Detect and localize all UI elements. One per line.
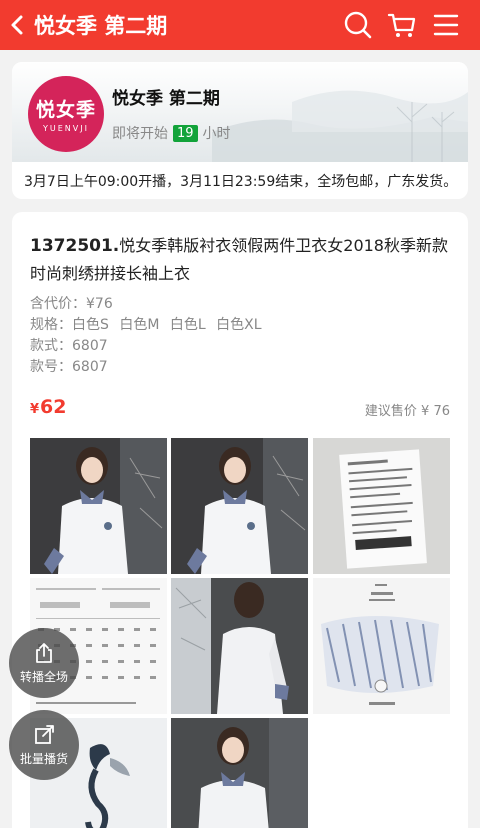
countdown-hours-badge: 19 (173, 124, 198, 142)
logo-text: 悦女季 (35, 99, 96, 121)
countdown-suffix: 小时 (202, 126, 231, 142)
product-price: ¥62 (30, 396, 67, 418)
logo-subtext: YUENVJI (43, 124, 89, 133)
product-code: 1372501. (30, 236, 120, 256)
product-title: 1372501.悦女季韩版衬衣领假两件卫衣女2018秋季新款时尚刺绣拼接长袖上衣 (30, 232, 456, 287)
spec-option: 白色L (169, 317, 206, 333)
attr-value: 6807 (72, 359, 108, 375)
product-attributes: 含代价：¥76 规格：白色S 白色M 白色L 白色XL 款式：6807 款号：6… (30, 294, 262, 378)
product-image[interactable] (313, 578, 450, 714)
batch-share-label: 批量播货 (19, 751, 68, 766)
share-icon (36, 642, 52, 663)
share-all-label: 转播全场 (19, 669, 68, 684)
cart-icon (387, 13, 416, 37)
attr-row-model: 款号：6807 (30, 357, 262, 378)
menu-icon (433, 14, 459, 36)
top-bar: 悦女季 第二期 (0, 0, 480, 50)
shop-name: 悦女季 第二期 (112, 89, 220, 109)
attr-row-style: 款式：6807 (30, 336, 262, 357)
spec-option: 白色XL (216, 317, 262, 333)
suggested-price: 建议售价 ¥ 76 (365, 400, 450, 419)
attr-label: 款式： (30, 338, 72, 354)
attr-row-spec: 规格：白色S 白色M 白色L 白色XL (30, 315, 262, 336)
attr-value: ¥76 (86, 296, 113, 312)
price-symbol: ¥ (30, 402, 40, 417)
search-icon (344, 11, 372, 39)
external-link-icon (35, 724, 54, 744)
attr-label: 规格： (30, 317, 72, 333)
attr-label: 含代价： (30, 296, 86, 312)
spec-option: 白色M (119, 317, 160, 333)
event-notice: 3月7日上午09:00开播，3月11日23:59结束，全场包邮，广东发货。 (24, 173, 458, 190)
attr-row-price-with-fee: 含代价：¥76 (30, 294, 262, 315)
countdown: 即将开始 19 小时 (112, 123, 231, 143)
back-arrow-icon (11, 15, 23, 35)
share-all-button[interactable]: 转播全场 (9, 628, 79, 698)
product-image[interactable] (30, 438, 167, 574)
price-value: 62 (40, 396, 67, 418)
product-image[interactable] (171, 438, 308, 574)
product-image[interactable] (171, 578, 308, 714)
batch-share-button[interactable]: 批量播货 (9, 710, 79, 780)
cart-button[interactable] (386, 9, 418, 41)
countdown-prefix: 即将开始 (112, 126, 168, 142)
msrp-value: ¥ 76 (421, 404, 450, 419)
page-title: 悦女季 第二期 (34, 14, 168, 38)
product-card[interactable]: 1372501.悦女季韩版衬衣领假两件卫衣女2018秋季新款时尚刺绣拼接长袖上衣… (12, 212, 468, 828)
msrp-label: 建议售价 (364, 404, 417, 419)
shop-logo: 悦女季 YUENVJI (28, 76, 104, 152)
product-image[interactable] (171, 718, 308, 828)
attr-label: 款号： (30, 359, 72, 375)
back-button[interactable] (0, 0, 34, 50)
menu-button[interactable] (430, 9, 462, 41)
product-image[interactable] (313, 438, 450, 574)
event-banner: 悦女季 YUENVJI 悦女季 第二期 即将开始 19 小时 3月7日上午09:… (12, 62, 468, 199)
search-button[interactable] (342, 9, 374, 41)
spec-option: 白色S (72, 317, 109, 333)
attr-value: 6807 (72, 338, 108, 354)
